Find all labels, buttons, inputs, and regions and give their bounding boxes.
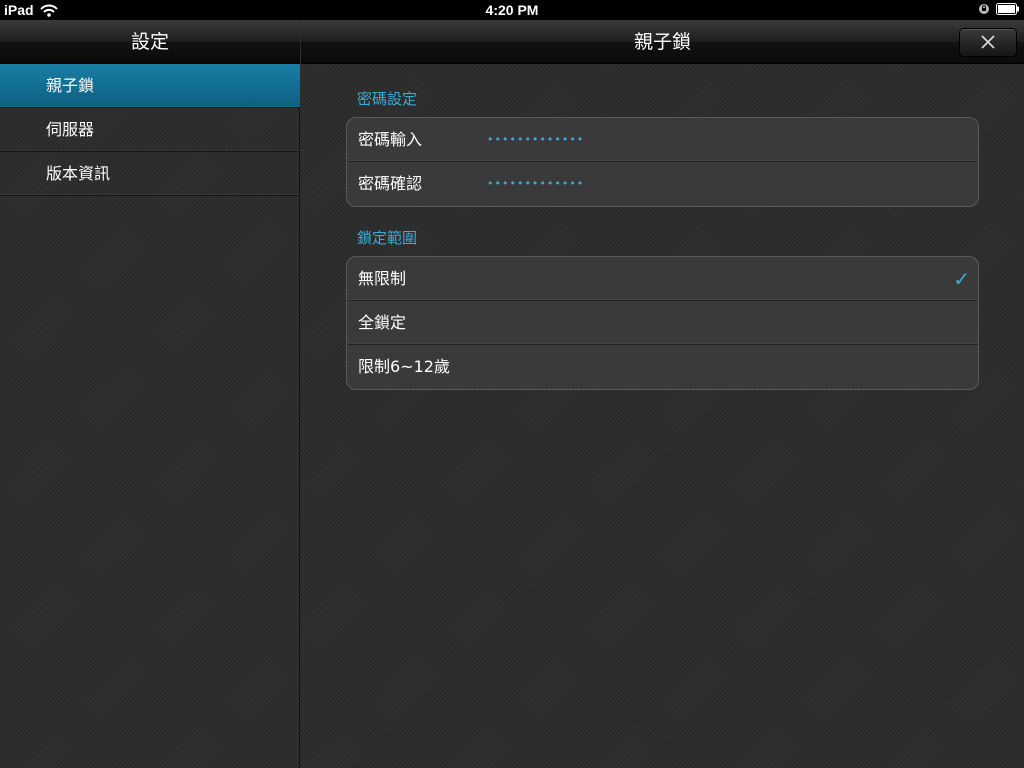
battery-icon [996, 3, 1020, 15]
master-pane: 設定 親子鎖 伺服器 版本資訊 [0, 20, 300, 768]
sidebar-item-version-info[interactable]: 版本資訊 [0, 152, 300, 196]
row-label: 全鎖定 [358, 313, 407, 332]
lock-range-group: 無限制 ✓ 全鎖定 限制6~12歲 [346, 256, 979, 390]
sidebar-item-label: 伺服器 [46, 120, 95, 139]
sidebar-item-label: 版本資訊 [46, 164, 111, 183]
master-title: 設定 [130, 31, 169, 53]
master-navbar: 設定 [0, 20, 300, 64]
status-bar-right [978, 3, 1020, 15]
detail-pane: 親子鎖 密碼設定 密碼輸入 ••••••••••••• 密碼確認 •••••••… [301, 20, 1024, 768]
close-icon [981, 21, 995, 65]
master-list: 親子鎖 伺服器 版本資訊 [0, 64, 300, 196]
sidebar-item-server[interactable]: 伺服器 [0, 108, 300, 152]
password-confirm-field[interactable]: ••••••••••••• [487, 162, 584, 206]
password-input-field[interactable]: ••••••••••••• [487, 118, 584, 162]
password-input-row[interactable]: 密碼輸入 ••••••••••••• [347, 118, 978, 162]
status-bar: iPad 4:20 PM [0, 0, 1024, 20]
row-label: 密碼確認 [358, 174, 423, 193]
option-full-lock[interactable]: 全鎖定 [347, 301, 978, 345]
password-confirm-row[interactable]: 密碼確認 ••••••••••••• [347, 162, 978, 206]
option-age-6-12[interactable]: 限制6~12歲 [347, 345, 978, 389]
lock-range-section-header: 鎖定範圍 [357, 229, 418, 247]
detail-navbar: 親子鎖 [301, 20, 1024, 64]
row-label: 密碼輸入 [358, 130, 423, 149]
lock-rotation-icon [978, 3, 990, 15]
option-unrestricted[interactable]: 無限制 ✓ [347, 257, 978, 301]
checkmark-icon: ✓ [953, 267, 970, 291]
settings-app: 設定 親子鎖 伺服器 版本資訊 親子鎖 密碼設定 密碼輸入 ••••••••••… [0, 20, 1024, 768]
sidebar-item-parental-lock[interactable]: 親子鎖 [0, 64, 300, 108]
status-time: 4:20 PM [485, 2, 539, 18]
row-label: 無限制 [358, 269, 407, 288]
sidebar-item-label: 親子鎖 [46, 76, 95, 95]
row-label: 限制6~12歲 [358, 357, 450, 376]
password-group: 密碼輸入 ••••••••••••• 密碼確認 ••••••••••••• [346, 117, 979, 207]
detail-title: 親子鎖 [633, 31, 691, 53]
password-section-header: 密碼設定 [357, 90, 418, 108]
close-button[interactable] [959, 28, 1017, 57]
